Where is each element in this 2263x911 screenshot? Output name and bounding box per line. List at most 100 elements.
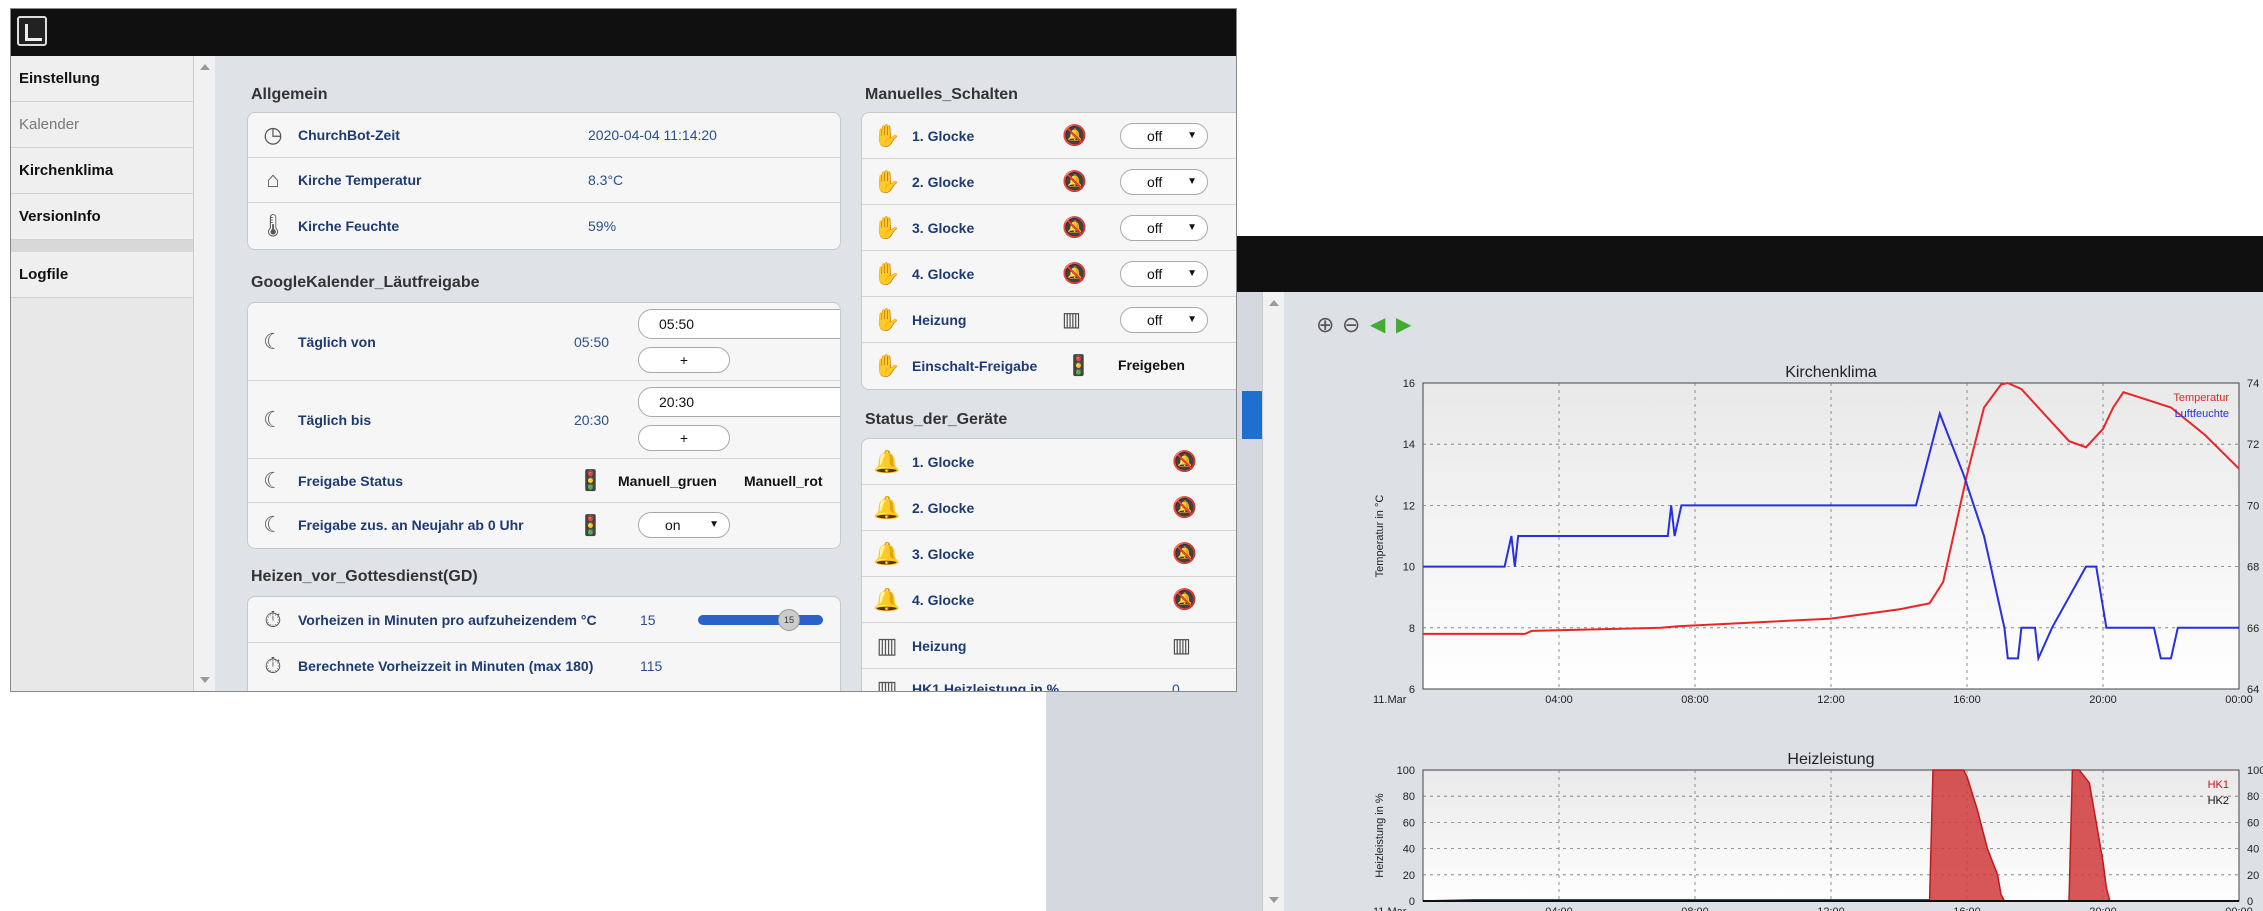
charts-svg: Kirchenklima 11.Mar 04:00 08:00 12:00 16:00 20… [1373,364,2263,911]
row-taeglich-bis: ☾ Täglich bis 20:30 20:30 + [248,381,840,459]
row-status-4: 🔔 4. Glocke 🔕 [862,577,1236,623]
radiator-icon: ▥ [1172,635,1191,657]
row-manuell-2: ✋ 2. Glocke 🔕 off [862,159,1236,205]
hand-icon: ✋ [873,260,901,286]
x-tick-label: 16:00 [1953,694,1981,706]
panel-manuell: ✋ 1. Glocke 🔕 off ✋ 2. Glocke 🔕 off ✋ 3.… [861,112,1236,390]
sidebar-item-kalender[interactable]: Kalender [11,102,193,148]
timer-icon: ⏱ [264,653,282,678]
label-status-4: 4. Glocke [912,591,975,608]
main-window-titlebar [11,9,1236,56]
plus-button-von[interactable]: + [638,347,730,373]
row-kirche-feuchte: 🌡 Kirche Feuchte 59% [248,203,840,248]
plus-button-bis[interactable]: + [638,425,730,451]
scroll-down-icon[interactable] [1269,897,1279,903]
traffic-light-icon: 🚦 [578,470,603,492]
y-tick-label: 10 [1403,562,1415,574]
y-axis-label: Heizleistung in % [1374,793,1386,878]
scroll-up-icon[interactable] [200,64,210,70]
y2-tick-label: 0 [2247,896,2253,908]
panel-status: 🔔 1. Glocke 🔕 🔔 2. Glocke 🔕 🔔 3. Glocke … [861,438,1236,692]
y2-tick-label: 70 [2247,500,2259,512]
bell-ringer-icon: 🔔 [873,448,901,474]
y-tick-label: 20 [1403,870,1415,882]
radiator-icon: ▥ [1062,309,1081,331]
main-window: Einstellung Kalender Kirchenklima Versio… [10,8,1237,692]
moon-bell-icon: ☾ [263,328,283,354]
moon-bell-icon: ☾ [263,406,283,432]
select-manuell-2[interactable]: off [1120,169,1208,195]
bell-ringer-icon: 🔔 [873,494,901,520]
scroll-down-icon[interactable] [200,677,210,683]
y2-tick-label: 80 [2247,791,2259,803]
row-kirche-temperatur: ⌂ Kirche Temperatur 8.3°C [248,158,840,203]
sidebar-scrollbar[interactable] [193,56,216,691]
timer-icon: ⏱ [264,606,282,632]
row-manuell-4: ✋ 4. Glocke 🔕 off [862,251,1236,297]
time-input-von[interactable]: 05:50 [638,309,840,339]
vorheizen-slider[interactable] [698,615,823,625]
x-tick-label: 20:00 [2089,694,2117,706]
label-manuell-4: 4. Glocke [912,265,975,282]
row-neujahr: ☾ Freigabe zus. an Neujahr ab 0 Uhr 🚦 on [248,503,840,547]
scroll-up-icon[interactable] [1269,300,1279,306]
label-taeglich-bis: Täglich bis [298,411,372,428]
moon-bell-icon: ☾ [263,512,283,537]
section-title-status: Status_der_Geräte [865,411,1008,428]
church-icon: ⌂ [266,167,280,192]
selected-tab-indicator [1242,391,1262,439]
sidebar-item-kirchenklima[interactable]: Kirchenklima [11,148,193,194]
label-manuell-1: 1. Glocke [912,127,975,144]
y-tick-label: 80 [1403,791,1415,803]
bell-ringer-icon: 🔔 [873,586,901,612]
section-title-manuell: Manuelles_Schalten [865,86,1018,103]
label-kirche-temperatur: Kirche Temperatur [298,172,422,188]
sidebar-item-logfile[interactable]: Logfile [11,252,193,298]
neujahr-select[interactable]: on [638,512,730,538]
x-tick-label: 12:00 [1817,694,1845,706]
time-input-bis[interactable]: 20:30 [638,387,840,417]
label-vorheizen: Vorheizen in Minuten pro aufzuheizendem … [298,611,597,628]
x-tick-label: 08:00 [1681,694,1709,706]
panel-kalender: ☾ Täglich von 05:50 05:50 + ☾ Täglich bi… [247,302,841,549]
select-manuell-1[interactable]: off [1120,123,1208,149]
select-manuell-4[interactable]: off [1120,261,1208,287]
vorheizen-slider-knob[interactable]: 15 [778,609,800,631]
sidebar-item-einstellung[interactable]: Einstellung [11,56,193,102]
x-tick-label: 08:00 [1681,906,1709,911]
y2-tick-label: 64 [2247,684,2259,696]
bell-ringer-icon: 🔔 [873,540,901,566]
value-status-hk1: 0 [1172,681,1180,692]
manuell-gruen-button[interactable]: Manuell_gruen [618,473,717,489]
radiator-icon: ▥ [876,676,898,692]
row-status-2: 🔔 2. Glocke 🔕 [862,485,1236,531]
sidebar-divider [11,240,193,252]
clock-icon: ◷ [263,122,283,147]
hand-icon: ✋ [873,306,901,332]
chart-window-scrollbar[interactable] [1262,292,1286,911]
label-status-hk1: HK1 Heizleistung in % [912,681,1060,692]
legend-HK1: HK1 [2208,779,2229,791]
main-content: Allgemein ◷ ChurchBot-Zeit 2020-04-04 11… [215,56,1236,691]
row-status-1: 🔔 1. Glocke 🔕 [862,439,1236,485]
sidebar-item-versioninfo[interactable]: VersionInfo [11,194,193,240]
y-tick-label: 8 [1409,623,1415,635]
app-logo-icon[interactable] [17,16,47,46]
radiator-icon: ▥ [876,632,898,658]
label-berechnet: Berechnete Vorheizzeit in Minuten (max 1… [298,658,594,674]
label-taeglich-von: Täglich von [298,333,376,350]
label-freigabe-status: Freigabe Status [298,472,404,489]
section-title-allgemein: Allgemein [251,86,328,103]
manuell-rot-button[interactable]: Manuell_rot [744,473,823,489]
bell-mute-icon: 🔕 [1062,125,1087,147]
value-churchbot-zeit: 2020-04-04 11:14:20 [588,127,717,143]
label-status-heizung: Heizung [912,637,967,654]
select-manuell-3[interactable]: off [1120,215,1208,241]
x-tick-label: 12:00 [1817,906,1845,911]
legend-Temperatur: Temperatur [2173,392,2229,404]
freigeben-button[interactable]: Freigeben [1118,357,1185,373]
bell-mute-icon: 🔕 [1062,217,1087,239]
y2-tick-label: 68 [2247,562,2259,574]
select-manuell-heizung[interactable]: off [1120,307,1208,333]
y2-tick-label: 40 [2247,844,2259,856]
